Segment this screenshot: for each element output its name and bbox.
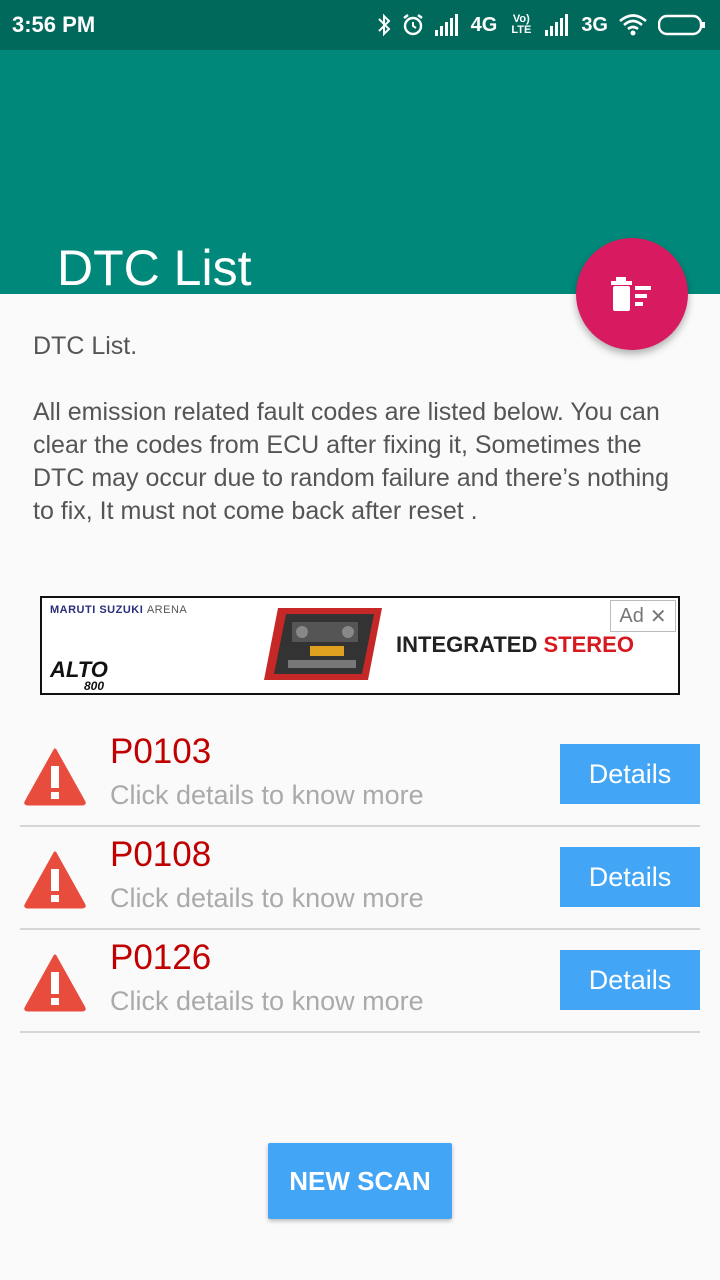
dtc-list: P0103 Click details to know more Details… [20,724,700,1033]
close-icon: ✕ [649,605,667,628]
list-item: P0103 Click details to know more Details [20,724,700,827]
warning-icon [24,954,86,1012]
dtc-subtitle: Click details to know more [110,780,424,810]
network-type-2: 3G [581,13,608,36]
page-title: DTC List [57,240,252,296]
ad-headline: INTEGRATED STEREO [396,632,634,658]
ad-brand: MARUTI SUZUKI ARENA [50,604,187,616]
bluetooth-icon [377,13,391,37]
warning-icon [24,851,86,909]
ad-close-button[interactable]: Ad ✕ [610,600,676,632]
dtc-subtitle: Click details to know more [110,883,424,913]
status-time: 3:56 PM [12,12,96,37]
ad-label: Ad [619,604,644,627]
warning-icon [24,748,86,806]
list-item: P0126 Click details to know more Details [20,930,700,1033]
volte-label: Vo) LTE [511,13,532,36]
clear-codes-icon [611,277,651,311]
status-icons: 4G Vo) LTE 3G [377,10,706,40]
intro-body: All emission related fault codes are lis… [33,398,669,525]
ad-model: ALTO 800 [50,659,108,693]
ad-headline-2: STEREO [543,632,634,657]
ad-brand-name: MARUTI SUZUKI [50,604,144,616]
details-button[interactable]: Details [560,847,700,907]
intro-heading: DTC List. [33,332,138,360]
status-bar: 3:56 PM 4G Vo) LTE 3G [0,0,720,50]
dtc-code: P0108 [110,835,212,874]
details-button[interactable]: Details [560,950,700,1010]
ad-brand-suffix: ARENA [146,604,188,616]
battery-icon [658,14,705,36]
car-stereo-image [264,608,382,680]
network-type-1: 4G [470,13,498,36]
dtc-code: P0126 [110,938,212,977]
details-button[interactable]: Details [560,744,700,804]
ad-headline-1: INTEGRATED [396,632,538,657]
signal-icon [545,14,569,36]
ad-banner[interactable]: MARUTI SUZUKI ARENA ALTO 800 INTEGRATED … [40,596,680,695]
signal-icon [434,14,458,36]
new-scan-button[interactable]: NEW SCAN [268,1143,452,1219]
dtc-subtitle: Click details to know more [110,986,424,1016]
wifi-icon [619,14,647,36]
dtc-code: P0103 [110,732,212,771]
list-item: P0108 Click details to know more Details [20,827,700,930]
alarm-icon [402,14,423,36]
